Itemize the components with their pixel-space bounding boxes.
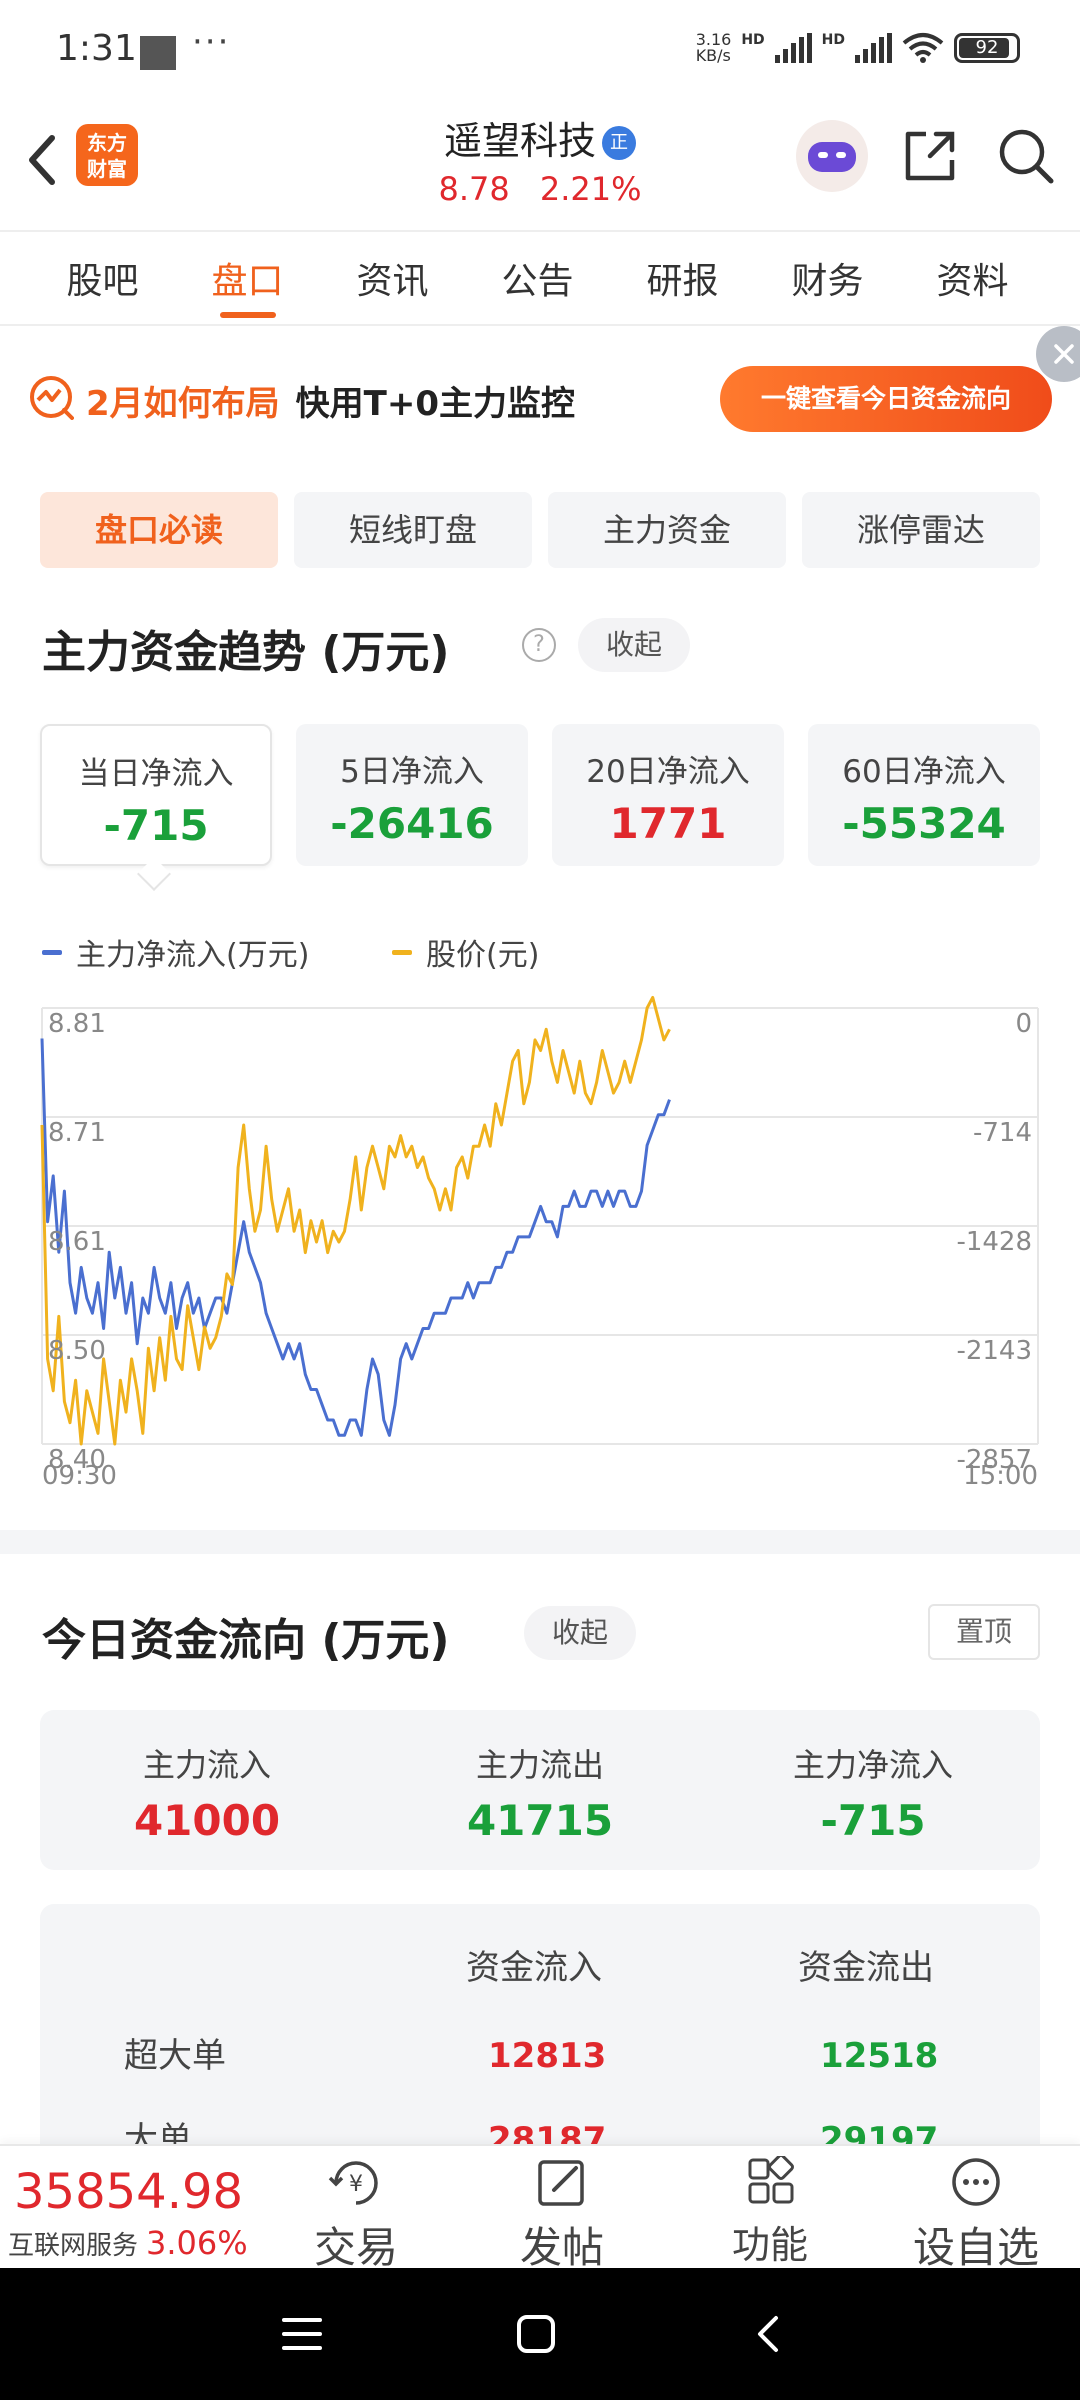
index-info[interactable]: 互联网服务 3.06% (8, 2224, 248, 2262)
y-tick-left: 8.61 (48, 1227, 106, 1257)
promo-banner[interactable]: 2月如何布局 快用T+0主力监控 一键查看今日资金流向 (0, 330, 1080, 470)
trade-button[interactable]: ¥ 交易 (286, 2156, 426, 2275)
hd-label-2: HD (821, 32, 845, 48)
today-flow-title: 今日资金流向 (万元) (42, 1615, 450, 1666)
y-tick-right: 0 (1015, 1009, 1032, 1039)
status-time: 1:31 (56, 28, 137, 69)
signal-icon (774, 33, 812, 63)
stock-tabs: 股吧 盘口 资讯 公告 研报 财务 资料 (0, 230, 1080, 326)
summary-inflow: 主力流入 41000 (133, 1746, 281, 1845)
tab-news[interactable]: 资讯 (320, 232, 465, 324)
grid-icon (748, 2156, 794, 2204)
more-icon (952, 2158, 1000, 2206)
tab-finance[interactable]: 财务 (755, 232, 900, 324)
index-change: 3.06% (146, 2224, 248, 2262)
x-tick-end: 15:00 (963, 1461, 1038, 1491)
flow-series-line (40, 1038, 671, 1437)
status-right: 3.16 KB/s HD HD 92 (696, 32, 1020, 64)
index-value[interactable]: 35854.98 (14, 2164, 243, 2220)
y-tick-left: 8.71 (48, 1118, 106, 1148)
flow-card-today[interactable]: 当日净流入 -715 (40, 724, 272, 866)
registration-badge: 正 (602, 126, 636, 160)
subtab-short-term[interactable]: 短线盯盘 (294, 492, 532, 568)
stock-name: 遥望科技 (443, 119, 596, 163)
home-icon[interactable] (514, 2312, 558, 2356)
tab-announcements[interactable]: 公告 (465, 232, 610, 324)
post-button[interactable]: 发帖 (492, 2156, 632, 2275)
pin-top-button[interactable]: 置顶 (928, 1604, 1040, 1660)
subtab-must-read[interactable]: 盘口必读 (40, 492, 278, 568)
collapse-today-button[interactable]: 收起 (524, 1606, 637, 1660)
menu-icon[interactable] (280, 2312, 324, 2356)
status-bar: 1:31 ··· 3.16 KB/s HD HD 92 (0, 0, 1080, 100)
notification-icon (140, 36, 176, 70)
view-fund-flow-button[interactable]: 一键查看今日资金流向 (720, 366, 1052, 432)
fund-trend-chart[interactable]: 8.81 08.71 -7148.61 -14288.50 -21438.40 -2857… (0, 990, 1080, 1510)
hd-label: HD (741, 32, 765, 48)
summary-outflow: 主力流出 41715 (466, 1746, 614, 1845)
flow-card-5day[interactable]: 5日净流入 -26416 (296, 724, 528, 866)
y-tick-left: 8.81 (48, 1009, 106, 1039)
y-tick-right: -1428 (956, 1227, 1032, 1257)
section-divider (0, 1530, 1080, 1554)
promo-body: 快用T+0主力监控 (295, 384, 576, 424)
flow-card-20day[interactable]: 20日净流入 1771 (552, 724, 784, 866)
trade-icon: ¥ (328, 2161, 378, 2205)
trend-section-title: 主力资金趋势 (万元) (42, 627, 450, 678)
promo-highlight: 2月如何布局 (86, 384, 280, 424)
flow-table: 资金流入 资金流出 超大单 12813 12518 大单 28187 29197 (40, 1904, 1040, 2144)
net-speed: 3.16 KB/s (695, 30, 732, 65)
chart-grid (41, 1007, 1039, 1445)
y-tick-right: -714 (973, 1118, 1032, 1148)
chart-labels: 8.81 08.71 -7148.61 -14288.50 -21438.40 -2857… (42, 1009, 1038, 1491)
x-tick-start: 09:30 (42, 1461, 117, 1491)
price-series-line (40, 995, 671, 1446)
collapse-trend-button[interactable]: 收起 (578, 618, 691, 672)
flow-card-60day[interactable]: 60日净流入 -55324 (808, 724, 1040, 866)
wifi-icon (902, 33, 944, 63)
edit-icon (538, 2160, 584, 2206)
summary-net: 主力净流入 -715 (792, 1746, 953, 1845)
stock-header: 东方 财富 遥望科技正 8.78 2.21% (0, 100, 1080, 220)
svg-text:¥: ¥ (349, 2172, 363, 2197)
y-tick-right: -2143 (956, 1336, 1032, 1366)
chart-lines (40, 995, 671, 1446)
y-tick-left: 8.50 (48, 1336, 106, 1366)
functions-button[interactable]: 功能 (700, 2156, 840, 2269)
more-notifications-icon: ··· (192, 22, 231, 62)
chart-legend-price: 股价(元) (392, 930, 539, 974)
add-watchlist-button[interactable]: 设自选 (906, 2156, 1046, 2275)
share-icon[interactable] (900, 126, 960, 186)
assistant-avatar-icon[interactable] (796, 120, 868, 192)
sub-tabs: 盘口必读 短线盯盘 主力资金 涨停雷达 (40, 492, 1040, 568)
system-nav-bar (0, 2268, 1080, 2400)
index-name: 互联网服务 (8, 2231, 139, 2261)
nav-back-icon[interactable] (748, 2312, 792, 2356)
subtab-limit-radar[interactable]: 涨停雷达 (802, 492, 1040, 568)
search-icon[interactable] (996, 126, 1056, 186)
table-row: 超大单 12813 12518 (124, 2036, 939, 2076)
help-icon[interactable]: ? (522, 628, 556, 662)
tab-research[interactable]: 研报 (610, 232, 755, 324)
subtab-main-funds[interactable]: 主力资金 (548, 492, 786, 568)
battery-icon: 92 (954, 33, 1020, 63)
table-row: 大单 28187 29197 (124, 2120, 939, 2144)
promo-text: 2月如何布局 快用T+0主力监控 (86, 376, 575, 425)
stock-price: 8.78 (438, 170, 510, 208)
stock-change: 2.21% (539, 170, 642, 208)
tab-profile[interactable]: 资料 (900, 232, 1045, 324)
tab-guba[interactable]: 股吧 (30, 232, 175, 324)
table-header: 资金流入 资金流出 (466, 1948, 934, 1988)
monitor-icon (30, 376, 74, 420)
bottom-bar: 35854.98 互联网服务 3.06% ¥ 交易 发帖 功能 设自选 (0, 2144, 1080, 2272)
chart-legend-flow: 主力净流入(万元) (42, 930, 309, 974)
signal-icon-2 (855, 33, 892, 63)
flow-summary: 主力流入 41000 主力流出 41715 主力净流入 -715 (40, 1710, 1040, 1870)
tab-pankou[interactable]: 盘口 (175, 232, 320, 324)
